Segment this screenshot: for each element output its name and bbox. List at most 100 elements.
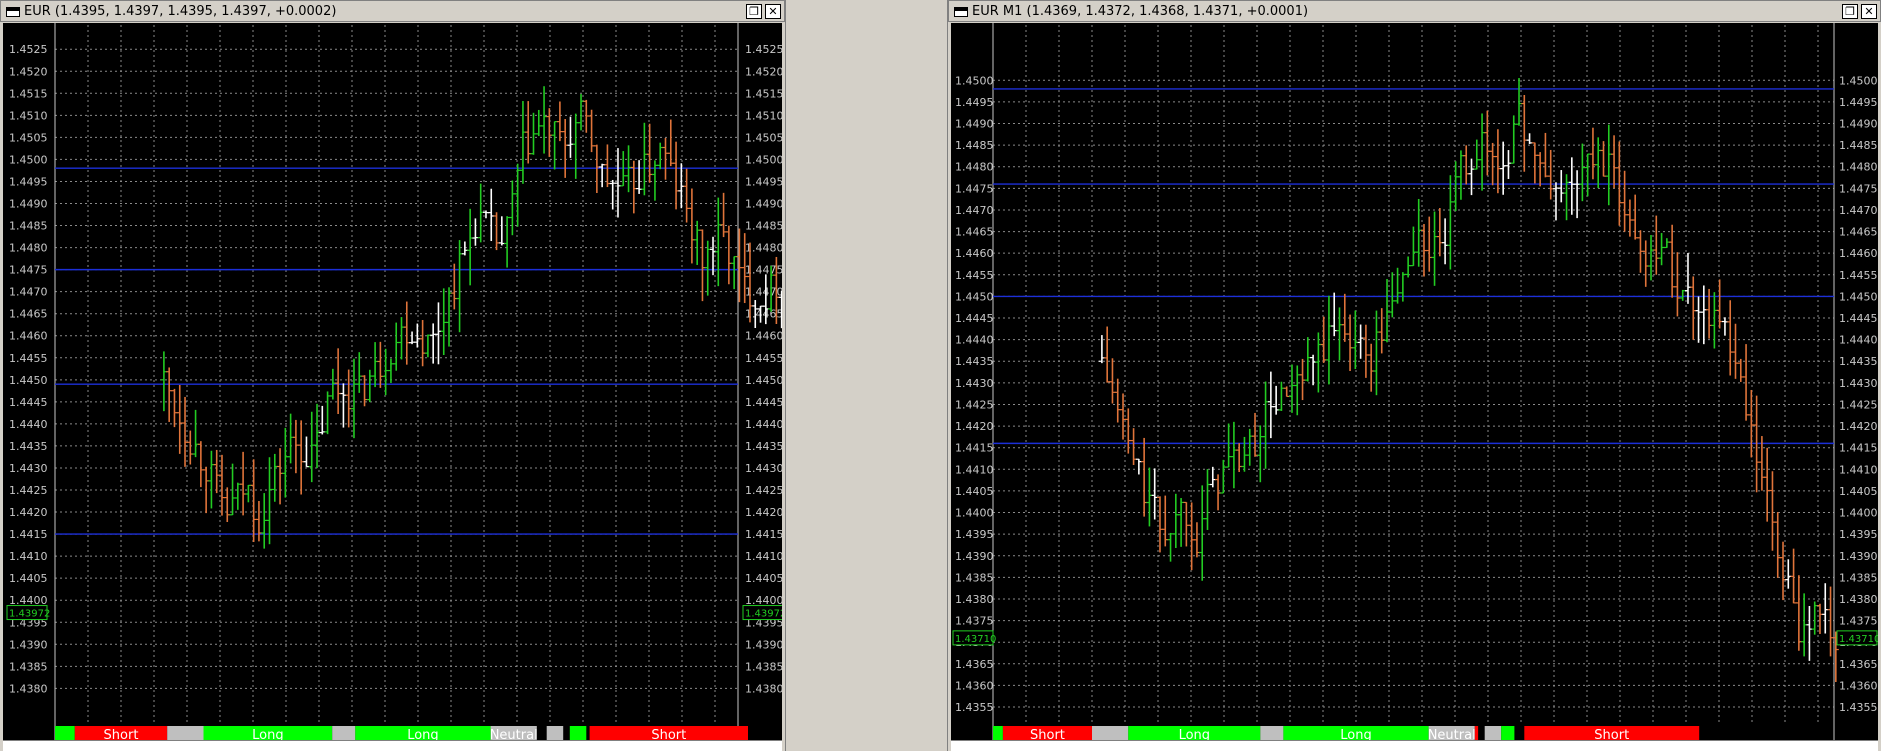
- y-tick-label-left: 1.4410: [9, 550, 48, 563]
- y-tick-label-left: 1.4410: [955, 463, 994, 476]
- y-tick-label-left: 1.4395: [955, 528, 994, 541]
- y-tick-label-right: 1.4505: [745, 131, 782, 144]
- y-tick-label-left: 1.4490: [9, 198, 48, 211]
- window-titlebar[interactable]: EUR M1 (1.4369, 1.4372, 1.4368, 1.4371, …: [948, 0, 1881, 22]
- y-tick-label-left: 1.4385: [955, 571, 994, 584]
- y-tick-label-right: 1.4360: [1839, 679, 1878, 692]
- y-tick-label-right: 1.4445: [745, 396, 782, 409]
- y-tick-label-right: 1.4365: [1839, 658, 1878, 671]
- y-tick-label-right: 1.4380: [1839, 593, 1878, 606]
- regime-segment-neutral: [546, 726, 564, 740]
- regime-label: Short: [651, 728, 686, 740]
- regime-label: Short: [1594, 728, 1629, 740]
- y-tick-label-right: 1.4450: [1839, 290, 1878, 303]
- y-tick-label-left: 1.4510: [9, 109, 48, 122]
- y-tick-label-left: 1.4375: [955, 615, 994, 628]
- y-tick-label-left: 1.4380: [955, 593, 994, 606]
- regime-segment-neutral: [1092, 726, 1129, 740]
- y-tick-label-left: 1.4425: [955, 398, 994, 411]
- regime-segment-long: [993, 726, 1003, 740]
- y-tick-label-right: 1.4410: [745, 550, 782, 563]
- y-tick-label-right: 1.4440: [745, 418, 782, 431]
- y-tick-label-left: 1.4475: [955, 182, 994, 195]
- y-tick-label-left: 1.4495: [9, 175, 48, 188]
- regime-segment-neutral: [1484, 726, 1502, 740]
- y-tick-label-right: 1.4485: [1839, 139, 1878, 152]
- price-chart[interactable]: 1.4525 1.4525 1.4520 1.4520 1.4515 1.4515 1.45…: [3, 23, 782, 740]
- y-tick-label-right: 1.4475: [1839, 182, 1878, 195]
- y-tick-label-right: 1.4355: [1839, 701, 1878, 714]
- y-tick-label-left: 1.4435: [9, 440, 48, 453]
- y-tick-label-left: 1.4415: [955, 442, 994, 455]
- y-tick-label-right: 1.4390: [745, 638, 782, 651]
- y-tick-label-right: 1.4425: [745, 484, 782, 497]
- regime-segment-long: [55, 726, 75, 740]
- y-tick-label-right: 1.4450: [745, 374, 782, 387]
- y-tick-label-right: 1.4455: [1839, 269, 1878, 282]
- y-tick-label-right: 1.4390: [1839, 550, 1878, 563]
- chart-canvas[interactable]: 1.4500 1.4500 1.4495 1.4495 1.4490 1.4490 1.44…: [951, 23, 1878, 740]
- y-tick-label-right: 1.4445: [1839, 312, 1878, 325]
- y-tick-label-right: 1.4495: [1839, 96, 1878, 109]
- regime-label: Short: [1030, 728, 1065, 740]
- chart-canvas[interactable]: 1.4525 1.4525 1.4520 1.4520 1.4515 1.4515 1.45…: [3, 23, 782, 740]
- y-tick-label-left: 1.4440: [955, 334, 994, 347]
- y-tick-label-right: 1.4415: [745, 528, 782, 541]
- y-tick-label-left: 1.4380: [9, 682, 48, 695]
- y-tick-label-left: 1.4355: [955, 701, 994, 714]
- y-tick-label-right: 1.4435: [1839, 355, 1878, 368]
- window-titlebar[interactable]: EUR (1.4395, 1.4397, 1.4395, 1.4397, +0.…: [0, 0, 785, 22]
- y-tick-label-left: 1.4485: [9, 220, 48, 233]
- y-tick-label-left: 1.4390: [955, 550, 994, 563]
- y-tick-label-left: 1.4465: [955, 226, 994, 239]
- y-tick-label-left: 1.4465: [9, 308, 48, 321]
- y-tick-label-left: 1.4500: [9, 153, 48, 166]
- y-tick-label-right: 1.4500: [745, 153, 782, 166]
- y-tick-label-left: 1.4445: [9, 396, 48, 409]
- restore-button[interactable]: ❐: [746, 4, 762, 19]
- y-tick-label-left: 1.4460: [955, 247, 994, 260]
- y-tick-label-left: 1.4525: [9, 43, 48, 56]
- regime-label: Short: [104, 728, 139, 740]
- y-tick-label-right: 1.4440: [1839, 334, 1878, 347]
- y-tick-label-left: 1.4505: [9, 131, 48, 144]
- chart-window-right[interactable]: EUR M1 (1.4369, 1.4372, 1.4368, 1.4371, …: [948, 0, 1881, 751]
- regime-segment-neutral: [332, 726, 356, 740]
- close-button[interactable]: ✕: [1861, 4, 1877, 19]
- y-tick-label-left: 1.4390: [9, 638, 48, 651]
- chart-window-left[interactable]: EUR (1.4395, 1.4397, 1.4395, 1.4397, +0.…: [0, 0, 785, 751]
- y-tick-label-right: 1.4430: [1839, 377, 1878, 390]
- y-tick-label-right: 1.4490: [745, 198, 782, 211]
- y-tick-label-left: 1.4515: [9, 87, 48, 100]
- y-tick-label-left: 1.4495: [955, 96, 994, 109]
- window-title: EUR (1.4395, 1.4397, 1.4395, 1.4397, +0.…: [24, 4, 337, 19]
- horizontal-scrollbar[interactable]: [951, 740, 1878, 751]
- y-tick-label-right: 1.4405: [1839, 485, 1878, 498]
- current-price-label-right: 1.43972: [745, 609, 782, 620]
- y-tick-label-left: 1.4425: [9, 484, 48, 497]
- y-tick-label-right: 1.4520: [745, 65, 782, 78]
- regime-segment-neutral: [167, 726, 204, 740]
- y-tick-label-right: 1.4495: [745, 175, 782, 188]
- y-tick-label-right: 1.4395: [1839, 528, 1878, 541]
- y-tick-label-right: 1.4420: [745, 506, 782, 519]
- price-chart[interactable]: 1.4500 1.4500 1.4495 1.4495 1.4490 1.4490 1.44…: [951, 23, 1878, 740]
- y-tick-label-left: 1.4435: [955, 355, 994, 368]
- y-tick-label-left: 1.4360: [955, 679, 994, 692]
- y-tick-label-right: 1.4465: [1839, 226, 1878, 239]
- restore-button[interactable]: ❐: [1842, 4, 1858, 19]
- y-tick-label-right: 1.4405: [745, 572, 782, 585]
- chart-window-icon: [6, 7, 20, 17]
- y-tick-label-left: 1.4455: [9, 352, 48, 365]
- y-tick-label-right: 1.4375: [1839, 615, 1878, 628]
- y-tick-label-right: 1.4415: [1839, 442, 1878, 455]
- y-tick-label-left: 1.4475: [9, 264, 48, 277]
- y-tick-label-left: 1.4430: [955, 377, 994, 390]
- y-tick-label-left: 1.4415: [9, 528, 48, 541]
- regime-segment-long: [1501, 726, 1515, 740]
- close-button[interactable]: ✕: [765, 4, 781, 19]
- horizontal-scrollbar[interactable]: [3, 740, 782, 751]
- y-tick-label-left: 1.4500: [955, 74, 994, 87]
- y-tick-label-right: 1.4510: [745, 109, 782, 122]
- regime-label: Neutral: [490, 728, 538, 740]
